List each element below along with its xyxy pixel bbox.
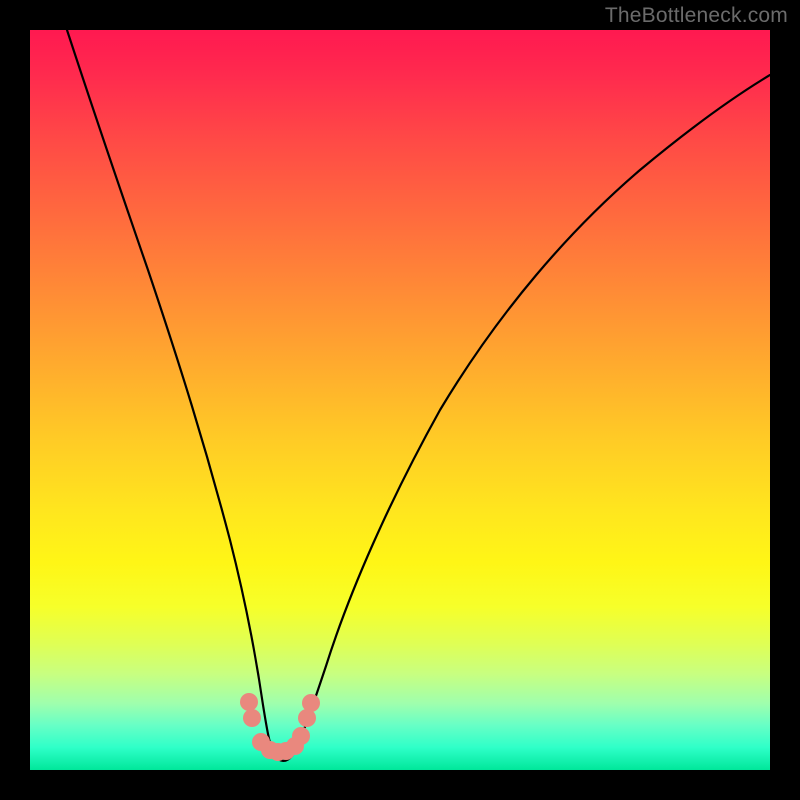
plot-area — [30, 30, 770, 770]
chart-svg — [30, 30, 770, 770]
highlight-dots — [240, 693, 320, 761]
watermark-text: TheBottleneck.com — [605, 4, 788, 28]
bottleneck-curve — [67, 30, 770, 761]
outer-frame: TheBottleneck.com — [0, 0, 800, 800]
